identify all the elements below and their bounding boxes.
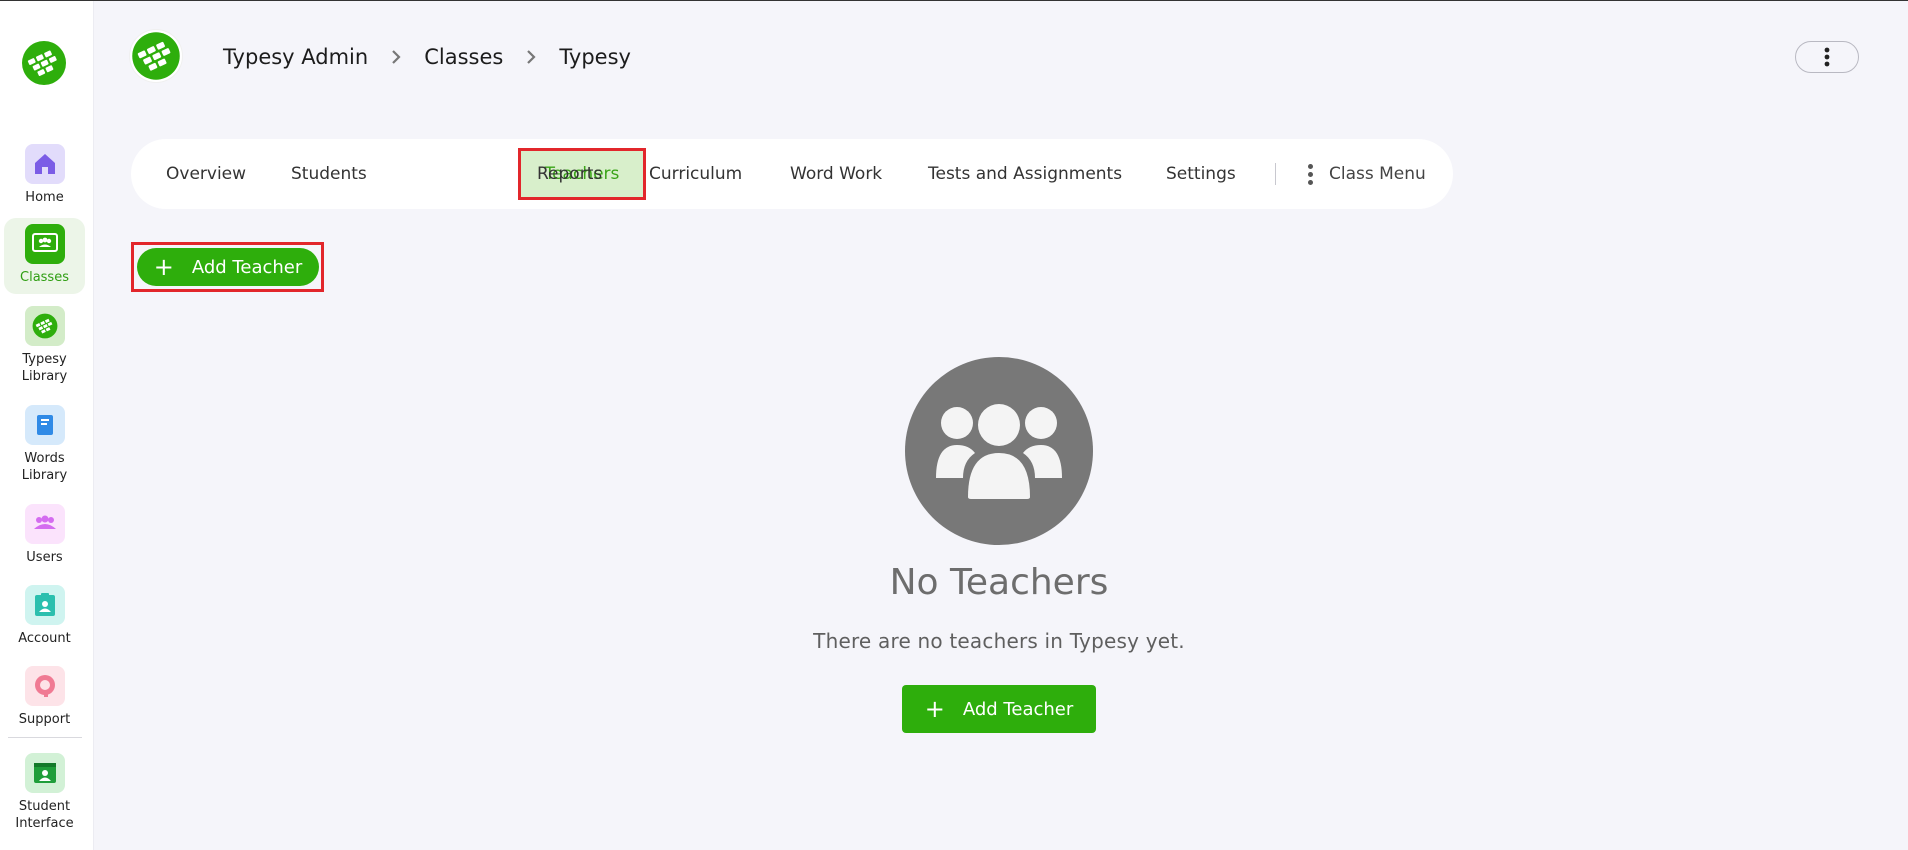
sidebar-item-label: Typesy Library xyxy=(21,352,68,384)
sidebar-item-label: Words Library xyxy=(21,451,68,483)
plus-icon: + xyxy=(153,253,174,281)
more-vertical-icon xyxy=(1824,47,1830,67)
add-teacher-button[interactable]: + Add Teacher xyxy=(137,248,319,286)
sidebar-item-label: Support xyxy=(18,712,71,727)
sidebar-item-support[interactable]: Support xyxy=(4,666,85,728)
add-teacher-label: Add Teacher xyxy=(191,256,303,278)
chevron-right-icon xyxy=(523,49,539,65)
sidebar-item-words-library[interactable]: Words Library xyxy=(4,405,85,484)
sidebar-item-label: Student Interface xyxy=(15,799,74,831)
more-options-button[interactable] xyxy=(1795,41,1859,73)
tab-tests-and-assignments[interactable]: Tests and Assignments xyxy=(928,139,1122,209)
window-top-border xyxy=(0,0,1908,1)
home-icon xyxy=(24,144,65,184)
add-teacher-button-center[interactable]: + Add Teacher xyxy=(902,685,1096,733)
tab-overview[interactable]: Overview xyxy=(166,139,246,209)
breadcrumb-item-typesy: Typesy xyxy=(559,45,631,69)
breadcrumb: Typesy Admin Classes Typesy xyxy=(223,42,631,72)
breadcrumb-item-typesy-admin[interactable]: Typesy Admin xyxy=(223,45,368,69)
words-library-icon xyxy=(24,405,65,445)
tab-divider xyxy=(1275,163,1276,185)
student-interface-icon xyxy=(24,753,65,793)
sidebar-item-label: Classes xyxy=(20,270,69,285)
class-menu-label: Class Menu xyxy=(1329,164,1426,184)
group-icon xyxy=(905,357,1093,545)
tab-word-work[interactable]: Word Work xyxy=(790,139,882,209)
tab-settings[interactable]: Settings xyxy=(1166,139,1236,209)
chevron-right-icon xyxy=(388,49,404,65)
sidebar-item-classes[interactable]: Classes xyxy=(4,218,85,294)
tab-students[interactable]: Students xyxy=(291,139,367,209)
tab-curriculum[interactable]: Curriculum xyxy=(649,139,742,209)
add-teacher-label: Add Teacher xyxy=(962,698,1074,720)
empty-state-text: There are no teachers in Typesy yet. xyxy=(813,629,1185,653)
sidebar: Home Classes Typesy Library Words Librar… xyxy=(0,1,94,850)
breadcrumb-item-classes[interactable]: Classes xyxy=(424,45,503,69)
sidebar-item-student-interface[interactable]: Student Interface xyxy=(4,753,85,832)
classes-icon xyxy=(24,224,65,264)
typesy-library-icon xyxy=(24,306,65,346)
sidebar-item-typesy-library[interactable]: Typesy Library xyxy=(4,306,85,385)
users-icon xyxy=(24,504,65,544)
class-tab-bar: Overview Students Teachers Reports Curri… xyxy=(131,139,1453,209)
tab-reports[interactable]: Reports xyxy=(537,139,602,209)
typesy-logo[interactable] xyxy=(21,40,67,86)
sidebar-item-home[interactable]: Home xyxy=(4,144,85,206)
support-icon xyxy=(24,666,65,706)
sidebar-item-label: Home xyxy=(25,190,64,205)
sidebar-divider xyxy=(8,737,82,738)
class-menu-button[interactable]: Class Menu xyxy=(1308,139,1426,209)
sidebar-item-users[interactable]: Users xyxy=(4,504,85,566)
empty-state-title: No Teachers xyxy=(889,562,1109,603)
plus-icon: + xyxy=(924,695,945,723)
more-vertical-icon xyxy=(1308,163,1313,185)
header-logo xyxy=(130,30,182,82)
